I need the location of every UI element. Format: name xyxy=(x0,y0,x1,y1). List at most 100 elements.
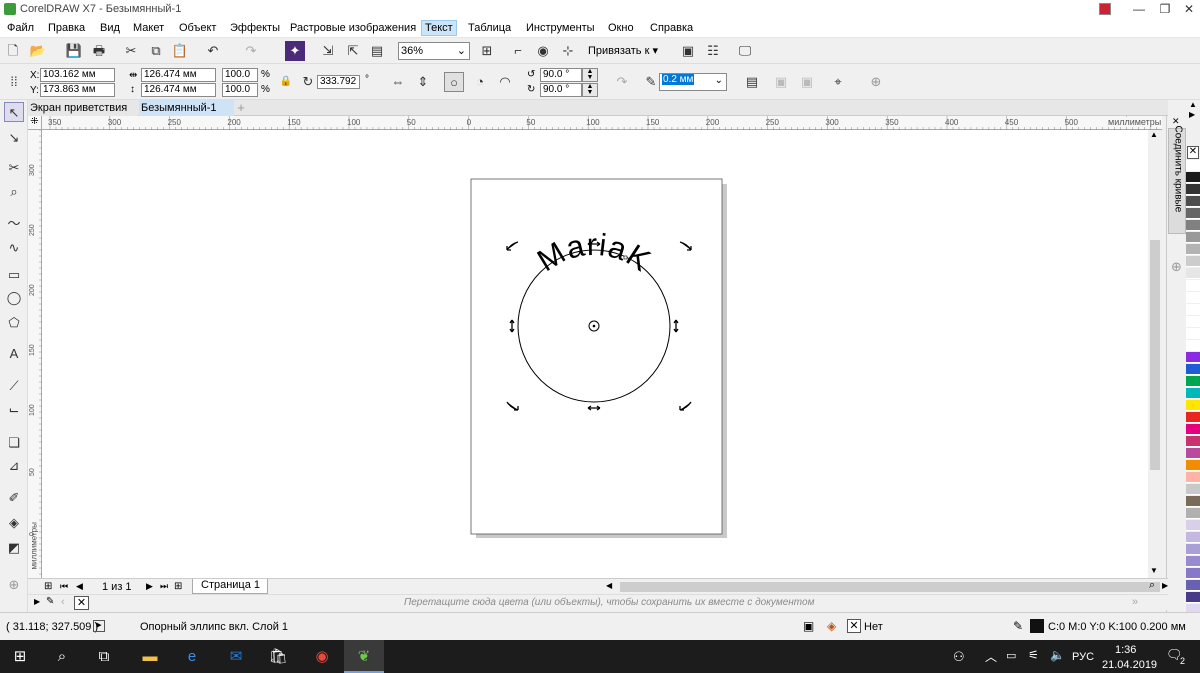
copy-icon[interactable]: ⧉ xyxy=(146,41,166,61)
snap-to-button[interactable]: Привязать к ▾ xyxy=(588,44,658,57)
color-swatch[interactable] xyxy=(1186,160,1200,171)
transparency-tool-icon[interactable]: ⊿ xyxy=(4,456,24,476)
tab-document[interactable]: Безымянный-1 xyxy=(139,100,234,116)
vertical-ruler[interactable]: 300 250 200 150 100 50 0 миллиметры xyxy=(28,130,42,578)
coreldraw-icon[interactable]: ❦ xyxy=(344,640,384,673)
color-swatch[interactable] xyxy=(1186,376,1200,387)
scroll-up-arrow-icon[interactable]: ▲ xyxy=(1150,130,1158,139)
palette-flyout-icon[interactable]: ▶ xyxy=(1189,110,1195,119)
color-swatch[interactable] xyxy=(1186,232,1200,243)
end-angle-spinner[interactable]: ▲ ▼ xyxy=(582,83,598,97)
menu-table[interactable]: Таблица xyxy=(468,22,511,34)
color-swatch[interactable] xyxy=(1186,196,1200,207)
color-proof-icon[interactable]: ▣ xyxy=(803,619,814,633)
width-field[interactable]: 126.474 мм xyxy=(141,68,216,82)
color-swatch[interactable] xyxy=(1186,568,1200,579)
color-swatch[interactable] xyxy=(1186,520,1200,531)
color-swatch[interactable] xyxy=(1186,316,1200,327)
y-position-field[interactable]: 173.863 мм xyxy=(40,83,115,97)
palette-scroll-up-icon[interactable]: ▲ xyxy=(1189,100,1197,109)
cut-icon[interactable]: ✂ xyxy=(121,41,141,61)
rotation-angle-field[interactable]: 333.792 xyxy=(317,75,360,89)
scale-y-field[interactable]: 100.0 xyxy=(222,83,258,97)
edge-browser-icon[interactable]: e xyxy=(172,640,212,673)
doc-palette-scroll-right-icon[interactable]: » xyxy=(1132,596,1138,608)
ellipse-mode-icon[interactable]: ○ xyxy=(444,72,464,92)
menu-bitmaps[interactable]: Растровые изображения xyxy=(290,22,416,34)
docker-tab-combine-curves[interactable]: Соединить кривые xyxy=(1168,126,1186,234)
grid-icon[interactable]: ⊹ xyxy=(558,41,578,61)
clock-time[interactable]: 1:36 xyxy=(1115,644,1136,656)
color-swatch[interactable] xyxy=(1186,580,1200,591)
user-icon[interactable] xyxy=(1099,3,1111,15)
close-icon[interactable]: ✕ xyxy=(1176,0,1200,19)
color-swatch[interactable] xyxy=(1186,400,1200,411)
color-swatch[interactable] xyxy=(1186,544,1200,555)
full-screen-icon[interactable]: ⊞ xyxy=(477,41,497,61)
battery-icon[interactable]: ▭ xyxy=(1006,649,1016,662)
color-swatch[interactable] xyxy=(1186,280,1200,291)
add-page-icon[interactable]: ⊞ xyxy=(44,581,52,592)
open-icon[interactable]: 📂 xyxy=(28,41,48,61)
shape-tool-icon[interactable]: ↘ xyxy=(4,128,24,148)
add-icon[interactable]: ⊕ xyxy=(866,72,886,92)
polygon-tool-icon[interactable]: ⬠ xyxy=(4,313,24,333)
next-page-icon[interactable]: ▶ xyxy=(146,581,153,592)
tray-expand-icon[interactable]: ︿ xyxy=(985,648,997,665)
h-scroll-left-icon[interactable]: ◀ xyxy=(606,581,612,590)
end-angle-field[interactable]: 90.0 ° xyxy=(540,83,582,97)
vertical-scrollbar[interactable]: ▲ ▼ xyxy=(1148,130,1162,578)
color-swatch[interactable] xyxy=(1186,244,1200,255)
rectangle-tool-icon[interactable]: ▭ xyxy=(4,265,24,285)
height-field[interactable]: 126.474 мм xyxy=(141,83,216,97)
eyedropper-tool-icon[interactable]: ✐ xyxy=(4,488,24,508)
scroll-down-arrow-icon[interactable]: ▼ xyxy=(1150,566,1158,575)
h-scroll-right-icon[interactable]: ▶ xyxy=(1162,581,1168,590)
add-tool-icon[interactable]: ⊕ xyxy=(4,575,24,595)
rulers-icon[interactable]: ⌐ xyxy=(508,41,528,61)
to-back-icon[interactable]: ▣ xyxy=(797,72,817,92)
menu-tools[interactable]: Инструменты xyxy=(526,22,595,34)
freehand-tool-icon[interactable]: 〜 xyxy=(4,214,24,234)
color-swatch[interactable] xyxy=(1186,460,1200,471)
color-swatch[interactable] xyxy=(1186,448,1200,459)
page-tab[interactable]: Страница 1 xyxy=(192,579,268,594)
options-icon[interactable]: ▣ xyxy=(678,41,698,61)
settings-icon[interactable]: ☷ xyxy=(703,41,723,61)
lock-ratio-icon[interactable]: 🔒 xyxy=(276,72,296,92)
outline-pen-status-icon[interactable]: ✎ xyxy=(1013,619,1023,633)
object-origin-icon[interactable]: ⁞⁞ xyxy=(4,72,24,92)
clock-date[interactable]: 21.04.2019 xyxy=(1102,659,1157,671)
vertical-scroll-thumb[interactable] xyxy=(1150,240,1160,470)
color-swatch[interactable] xyxy=(1186,484,1200,495)
volume-icon[interactable]: 🔈 xyxy=(1050,648,1065,662)
color-swatch[interactable] xyxy=(1186,184,1200,195)
no-color-swatch[interactable]: ✕ xyxy=(1187,146,1199,159)
maximize-icon[interactable]: ❐ xyxy=(1152,0,1178,19)
wrap-text-icon[interactable]: ▤ xyxy=(742,72,762,92)
text-tool-icon[interactable]: A xyxy=(4,344,24,364)
color-swatch[interactable] xyxy=(1186,388,1200,399)
to-front-icon[interactable]: ▣ xyxy=(771,72,791,92)
color-swatch[interactable] xyxy=(1186,220,1200,231)
interactive-fill-icon[interactable]: ◈ xyxy=(4,513,24,533)
drawing-canvas[interactable]: MariaK xyxy=(42,130,1162,578)
save-icon[interactable]: 💾 xyxy=(64,41,84,61)
connector-tool-icon[interactable]: ⌙ xyxy=(4,400,24,420)
pie-mode-icon[interactable]: ◔ xyxy=(470,72,490,92)
menu-window[interactable]: Окно xyxy=(608,22,634,34)
horizontal-ruler[interactable]: 3503002502001501005005010015020025030035… xyxy=(42,116,1162,130)
ruler-corner-icon[interactable]: ⁜ xyxy=(28,116,42,130)
color-swatch[interactable] xyxy=(1186,352,1200,363)
store-icon[interactable]: 🛍 xyxy=(258,640,298,673)
menu-view[interactable]: Вид xyxy=(100,22,120,34)
artistic-media-icon[interactable]: ∿ xyxy=(4,238,24,258)
parallel-dimension-icon[interactable]: ⟋ xyxy=(4,376,24,396)
color-swatch[interactable] xyxy=(1186,340,1200,351)
people-icon[interactable]: ⚇ xyxy=(953,649,965,665)
start-angle-spinner[interactable]: ▲ ▼ xyxy=(582,68,598,82)
horizontal-scroll-thumb[interactable] xyxy=(620,582,1160,592)
import-icon[interactable]: ⇲ xyxy=(318,41,338,61)
color-swatch[interactable] xyxy=(1186,328,1200,339)
doc-palette-flyout-icon[interactable]: ▶ xyxy=(34,597,40,606)
